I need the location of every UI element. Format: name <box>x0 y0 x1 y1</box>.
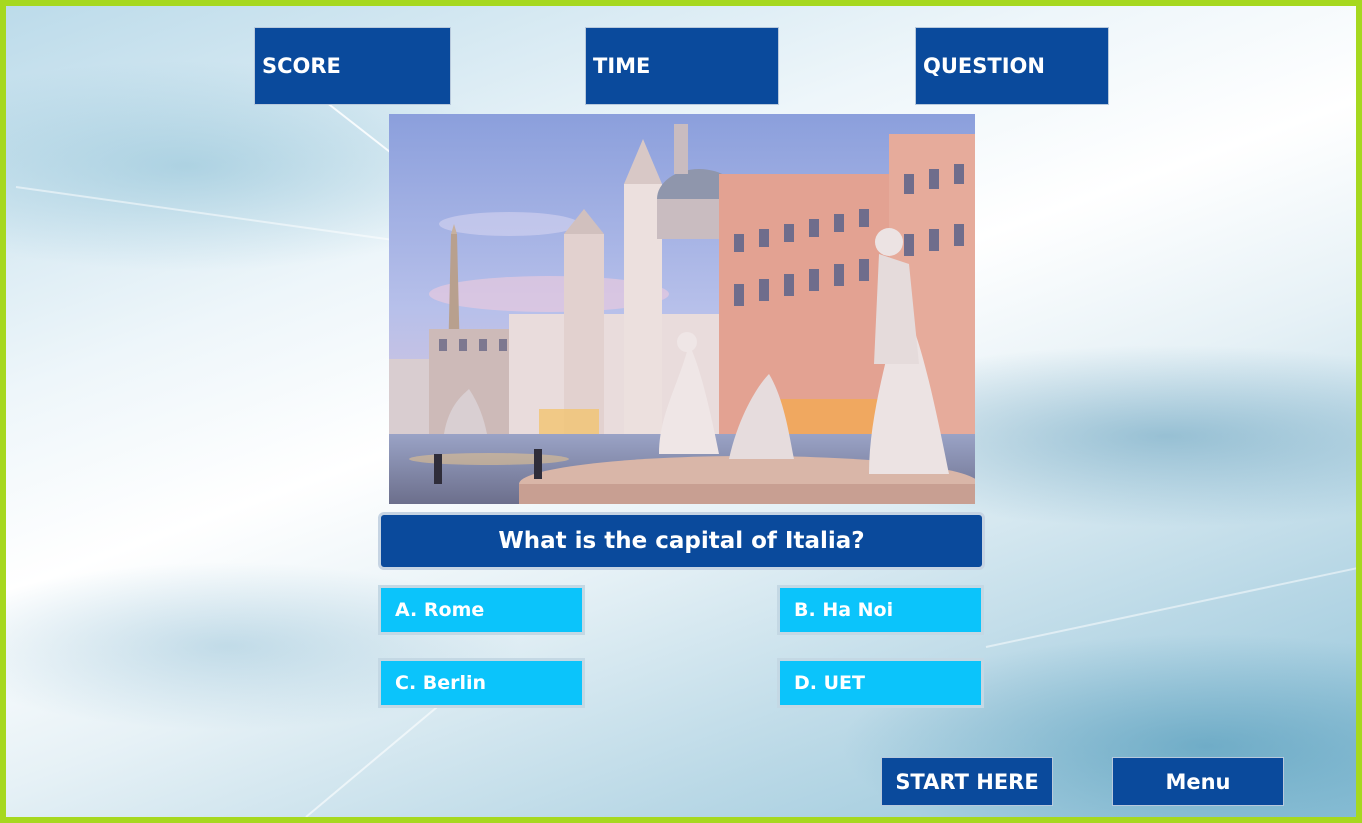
question-number-label: QUESTION <box>923 54 1045 78</box>
question-banner: What is the capital of Italia? <box>378 512 985 570</box>
answer-a-label: A. Rome <box>395 599 485 621</box>
menu-button-label: Menu <box>1165 769 1231 794</box>
answer-a-button[interactable]: A. Rome <box>378 585 585 635</box>
time-box: TIME <box>585 27 779 105</box>
bg-streak <box>985 567 1356 648</box>
start-button-label: START HERE <box>895 769 1039 794</box>
start-button[interactable]: START HERE <box>881 757 1053 806</box>
score-box: SCORE <box>254 27 451 105</box>
answer-b-button[interactable]: B. Ha Noi <box>777 585 984 635</box>
question-text: What is the capital of Italia? <box>498 528 865 554</box>
answer-b-label: B. Ha Noi <box>794 599 894 621</box>
answer-c-button[interactable]: C. Berlin <box>378 658 585 708</box>
question-number-box: QUESTION <box>915 27 1109 105</box>
answer-c-label: C. Berlin <box>395 672 487 694</box>
score-label: SCORE <box>262 54 341 78</box>
question-image <box>389 114 975 504</box>
bg-streak <box>15 186 433 247</box>
answer-d-button[interactable]: D. UET <box>777 658 984 708</box>
menu-button[interactable]: Menu <box>1112 757 1284 806</box>
time-label: TIME <box>593 54 651 78</box>
answer-d-label: D. UET <box>794 672 865 694</box>
